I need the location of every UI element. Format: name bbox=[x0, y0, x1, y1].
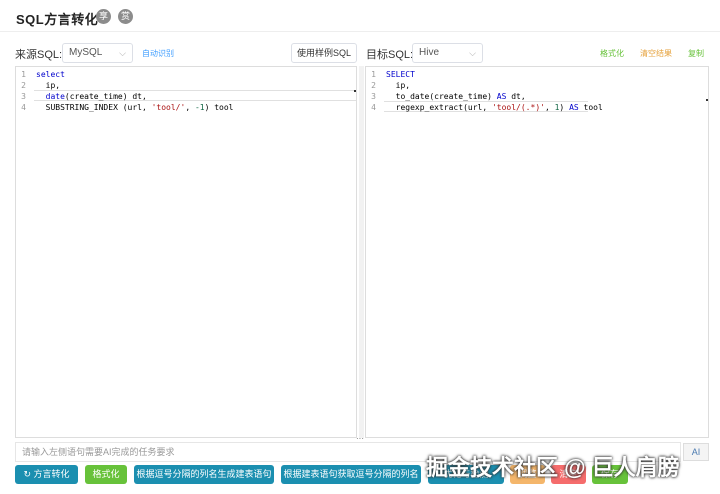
line-number: 2 bbox=[371, 81, 376, 90]
source-dialect-value: MySQL bbox=[69, 47, 103, 58]
line-gutter: 1 2 3 4 bbox=[366, 67, 384, 437]
target-sql-editor[interactable]: 1 2 3 4 SELECT ip, to_date(create_time) … bbox=[365, 66, 709, 438]
reward-icon[interactable]: 赏 bbox=[118, 9, 133, 24]
source-sql-label: 来源SQL: bbox=[15, 49, 63, 61]
line-number: 1 bbox=[371, 70, 376, 79]
code-line: ip, bbox=[36, 81, 61, 90]
ai-send-icon[interactable]: AI bbox=[683, 443, 709, 461]
line-number: 1 bbox=[21, 70, 26, 79]
generate-create-table-button[interactable]: 根据逗号分隔的列名生成建表语句 bbox=[134, 465, 274, 484]
use-sample-sql-button[interactable]: 使用样例SQL bbox=[291, 43, 357, 63]
code-line: SELECT bbox=[386, 70, 415, 79]
share-icon[interactable]: 享 bbox=[96, 9, 111, 24]
code-line: SUBSTRING_INDEX (url, 'tool/', -1) tool bbox=[36, 103, 234, 112]
line-number: 2 bbox=[21, 81, 26, 90]
convert-dialect-button[interactable]: ↻ 方言转化 bbox=[15, 465, 78, 484]
code-line: ip, bbox=[386, 81, 411, 90]
page-title: SQL方言转化 bbox=[16, 12, 99, 27]
source-sql-editor[interactable]: 1 2 3 4 select ip, date(create_time) dt,… bbox=[15, 66, 357, 438]
chevron-down-icon: ⌵ bbox=[119, 48, 126, 58]
get-column-names-button[interactable]: 根据建表语句获取逗号分隔的列名 bbox=[281, 465, 421, 484]
copy-result-link[interactable]: 复制 bbox=[688, 48, 704, 59]
code-line: select bbox=[36, 70, 65, 79]
scroll-marker bbox=[706, 99, 708, 101]
scroll-marker bbox=[354, 90, 356, 92]
format-button[interactable]: 格式化 bbox=[85, 465, 127, 484]
refresh-icon: ↻ bbox=[23, 469, 34, 479]
line-number: 4 bbox=[371, 103, 376, 112]
watermark-text: 掘金技术社区 @ 巨人肩膀 bbox=[426, 455, 680, 480]
code-line: regexp_extract(url, 'tool/(.*)', 1) AS t… bbox=[386, 103, 603, 112]
clear-result-link[interactable]: 清空结果 bbox=[640, 48, 672, 59]
target-dialect-select[interactable]: Hive ⌵ bbox=[412, 43, 483, 63]
code-line: date(create_time) dt, bbox=[45, 92, 147, 101]
line-number: 4 bbox=[21, 103, 26, 112]
line-number: 3 bbox=[21, 92, 26, 101]
target-sql-label: 目标SQL: bbox=[366, 49, 414, 61]
line-number: 3 bbox=[371, 92, 376, 101]
target-dialect-value: Hive bbox=[419, 47, 440, 58]
auto-detect-link[interactable]: 自动识别 bbox=[142, 48, 174, 59]
convert-dialect-label: 方言转化 bbox=[33, 469, 70, 479]
split-divider[interactable] bbox=[359, 66, 364, 438]
source-dialect-select[interactable]: MySQL ⌵ bbox=[62, 43, 133, 63]
ai-task-placeholder: 请输入左侧语句需要AI完成的任务要求 bbox=[22, 447, 175, 457]
chevron-down-icon: ⌵ bbox=[469, 48, 476, 58]
line-gutter: 1 2 3 4 bbox=[16, 67, 34, 437]
code-line: to_date(create_time) AS dt, bbox=[386, 92, 526, 101]
format-result-link[interactable]: 格式化 bbox=[600, 48, 624, 59]
app-header: SQL方言转化 享 赏 bbox=[0, 0, 720, 32]
